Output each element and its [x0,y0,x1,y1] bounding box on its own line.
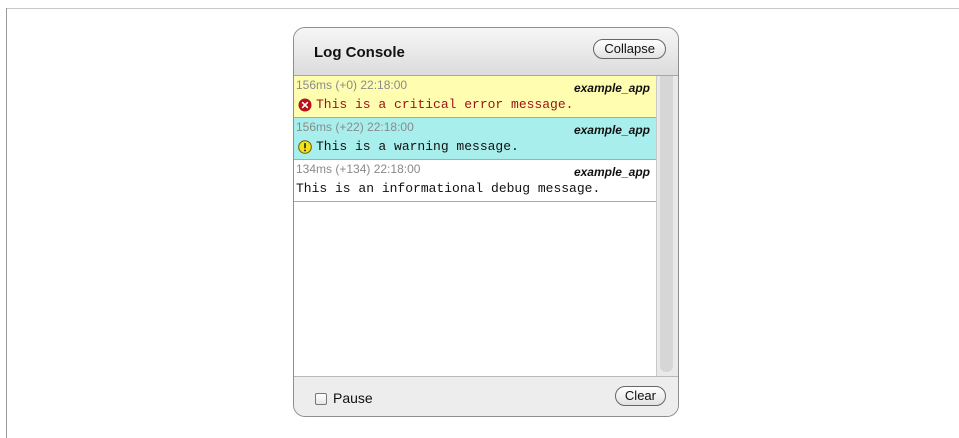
entry-source: example_app [573,165,650,179]
entry-meta: 134ms (+134) 22:18:00 [296,162,421,176]
log-scrollbar[interactable] [656,76,678,376]
error-icon [298,98,312,112]
log-console: Log Console Collapse 156ms (+0) 22:18:00… [293,27,679,417]
pause-label: Pause [333,390,373,406]
entry-message: This is a critical error message. [316,97,574,112]
entry-message: This is a warning message. [316,139,519,154]
entry-message-row: This is an informational debug message. [296,181,600,196]
entry-message-row: This is a warning message. [298,139,519,154]
collapse-button[interactable]: Collapse [593,39,666,59]
entry-meta: 156ms (+22) 22:18:00 [296,120,414,134]
window-frame-left [6,8,7,438]
clear-button[interactable]: Clear [614,386,666,406]
console-header: Log Console Collapse [294,28,678,76]
entry-source: example_app [573,123,650,137]
log-entry-warning: 156ms (+22) 22:18:00 example_app This is… [294,118,656,160]
window-frame-top [6,8,959,9]
console-title: Log Console [314,44,405,61]
log-entry-error: 156ms (+0) 22:18:00 example_app This is … [294,76,656,118]
entry-source: example_app [573,81,650,95]
entry-message-row: This is a critical error message. [298,97,573,112]
pause-checkbox[interactable] [315,393,327,405]
log-entry-info: 134ms (+134) 22:18:00 example_app This i… [294,160,656,202]
entry-meta: 156ms (+0) 22:18:00 [296,78,408,92]
log-entries: 156ms (+0) 22:18:00 example_app This is … [294,76,656,376]
warning-icon [298,139,312,154]
entry-message: This is an informational debug message. [296,181,601,196]
